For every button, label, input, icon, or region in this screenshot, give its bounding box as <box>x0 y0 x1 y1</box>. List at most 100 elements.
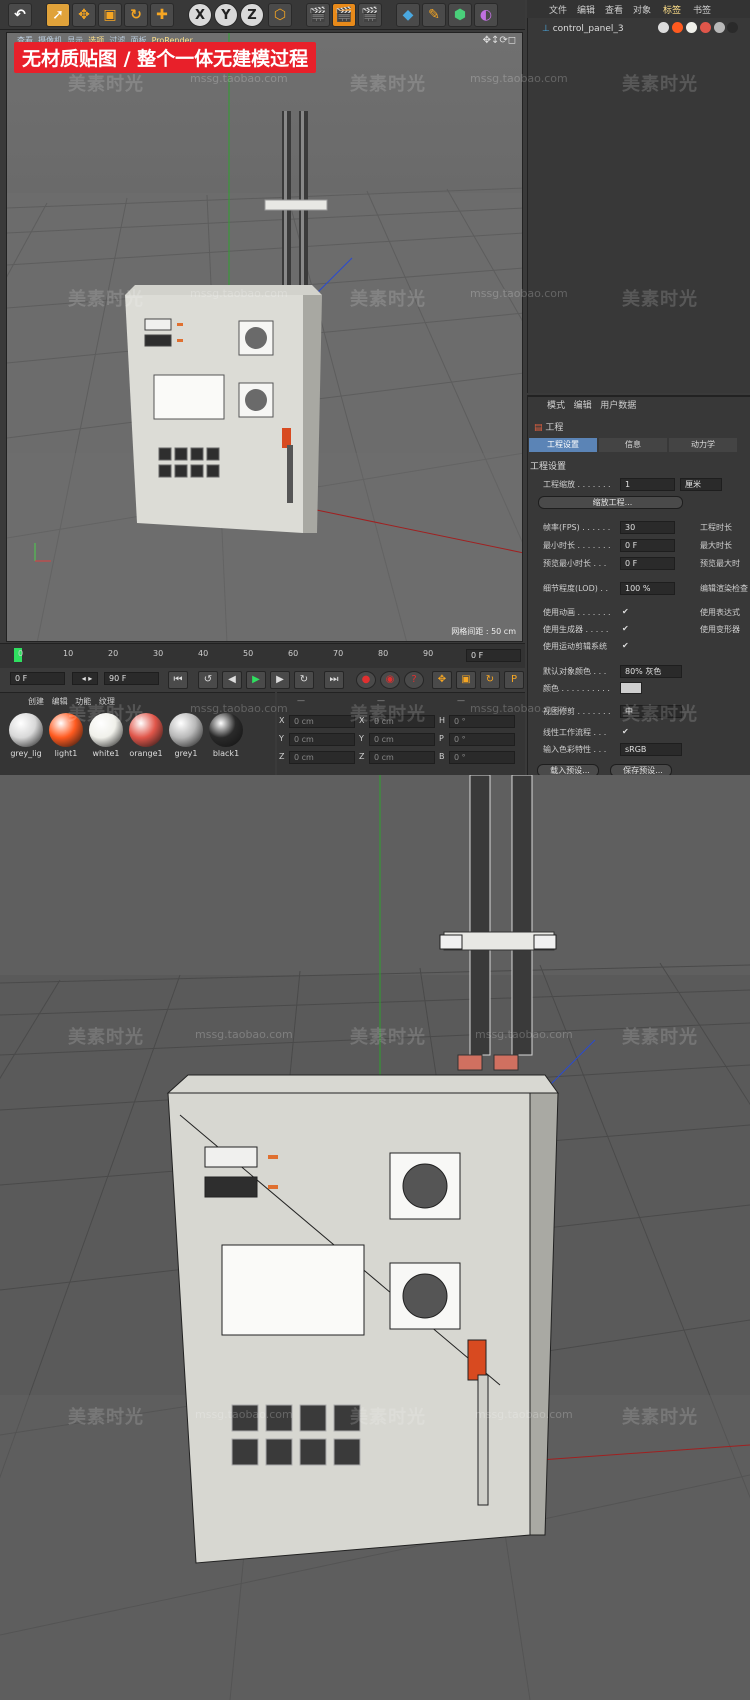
viewport-scene <box>7 33 522 641</box>
key-rotation-toggle[interactable]: ↻ <box>480 671 500 689</box>
watermark-url: mssg.taobao.com <box>470 287 568 300</box>
generator-icon[interactable]: ⬢ <box>448 3 472 27</box>
auto-key-button[interactable]: ◉ <box>380 671 400 689</box>
coord-value-field[interactable]: 0 ° <box>449 715 515 728</box>
preview-min-field[interactable]: 0 F <box>620 557 675 570</box>
end-frame-field[interactable]: 90 F <box>104 672 159 685</box>
linear-workflow-checkbox[interactable]: ✔ <box>622 727 630 736</box>
coord-value-field[interactable]: 0 cm <box>289 715 355 728</box>
input-color-select[interactable]: sRGB <box>620 743 682 756</box>
attr-section-title: ▤ 工程 <box>534 420 563 433</box>
attr-menu-mode[interactable]: 模式 <box>547 401 565 411</box>
prev-key-button[interactable]: ↺ <box>198 671 218 689</box>
rotate-tool-icon[interactable]: ↻ <box>124 3 148 27</box>
project-scale-field[interactable]: 1 <box>620 478 675 491</box>
edit-render-label: 编辑渲染检查 <box>700 584 748 593</box>
menu-tags[interactable]: 标签 <box>663 3 681 16</box>
tab-dynamics[interactable]: 动力学 <box>669 438 737 452</box>
project-scale-unit-select[interactable]: 厘米 <box>680 478 722 491</box>
coord-value-field[interactable]: 0 cm <box>289 751 355 764</box>
fps-field[interactable]: 30 <box>620 521 675 534</box>
cube-primitive-icon[interactable]: ◆ <box>396 3 420 27</box>
color-swatch[interactable] <box>620 682 642 694</box>
menu-object[interactable]: 对象 <box>633 3 651 16</box>
play-button[interactable]: ▶ <box>246 671 266 689</box>
menu-file[interactable]: 文件 <box>549 3 567 16</box>
current-frame-field[interactable]: 0 F <box>466 649 521 662</box>
watermark-brand: 美素时光 <box>68 704 144 725</box>
menu-view[interactable]: 查看 <box>605 3 623 16</box>
next-frame-button[interactable]: ▶ <box>270 671 290 689</box>
3d-viewport[interactable]: 查看 摄像机 显示 选项 过滤 面板 ProRender ✥↕⟳◻ 网格间距 :… <box>6 32 523 642</box>
record-keys-button[interactable]: ● <box>356 671 376 689</box>
use-anim-checkbox[interactable]: ✔ <box>622 607 630 616</box>
z-axis-lock-button[interactable]: Z <box>240 3 264 27</box>
select-tool-icon[interactable]: ➚ <box>46 3 70 27</box>
render-settings-icon[interactable]: 🎬 <box>358 3 382 27</box>
tab-project-settings[interactable]: 工程设置 <box>529 438 597 452</box>
watermark-url: mssg.taobao.com <box>475 1028 573 1041</box>
x-axis-lock-button[interactable]: X <box>188 3 212 27</box>
coord-value-field[interactable]: 0 cm <box>369 733 435 746</box>
scale-tool-icon[interactable]: ▣ <box>98 3 122 27</box>
use-gen-checkbox[interactable]: ✔ <box>622 624 630 633</box>
use-motion-checkbox[interactable]: ✔ <box>622 641 630 650</box>
next-key-button[interactable]: ↻ <box>294 671 314 689</box>
start-frame-field[interactable]: 0 F <box>10 672 65 685</box>
preview-min-label: 预览最小时长 . . . <box>543 559 607 568</box>
go-to-end-button[interactable]: ⏭ <box>324 671 344 689</box>
project-icon: ▤ <box>534 423 543 433</box>
undo-icon[interactable]: ↶ <box>8 3 32 27</box>
menu-edit[interactable]: 编辑 <box>577 3 595 16</box>
watermark-brand: 美素时光 <box>622 1407 698 1428</box>
key-scale-toggle[interactable]: ▣ <box>456 671 476 689</box>
menu-bookmarks[interactable]: 书签 <box>693 3 711 16</box>
timeline-tick: 20 <box>108 649 119 658</box>
material-name: light1 <box>54 749 78 758</box>
min-time-field[interactable]: 0 F <box>620 539 675 552</box>
prev-frame-button[interactable]: ◀ <box>222 671 242 689</box>
render-picture-viewer-icon[interactable]: 🎬 <box>332 3 356 27</box>
coord-value-field[interactable]: 0 ° <box>449 751 515 764</box>
coordinate-system-icon[interactable]: ⬡ <box>268 3 292 27</box>
keyframe-selection-button[interactable]: ? <box>404 671 424 689</box>
default-color-select[interactable]: 80% 灰色 <box>620 665 682 678</box>
key-param-toggle[interactable]: P <box>504 671 524 689</box>
max-time-label: 最大时长 <box>700 541 732 550</box>
scale-project-button[interactable]: 缩放工程... <box>538 496 683 509</box>
object-row-control-panel[interactable]: ⊥ control_panel_3 <box>542 24 624 34</box>
attr-section-label: 工程 <box>545 423 564 433</box>
move-tool-icon[interactable]: ✥ <box>72 3 96 27</box>
coord-value-field[interactable]: 0 ° <box>449 733 515 746</box>
watermark-brand: 美素时光 <box>622 74 698 95</box>
mat-menu-create[interactable]: 创建 <box>28 697 44 706</box>
go-to-start-button[interactable]: ⏮ <box>168 671 188 689</box>
y-axis-lock-button[interactable]: Y <box>214 3 238 27</box>
render-view-icon[interactable]: 🎬 <box>306 3 330 27</box>
timeline-tick: 60 <box>288 649 299 658</box>
attr-menu-edit[interactable]: 编辑 <box>574 401 592 411</box>
frame-step-arrows[interactable]: ◂ ▸ <box>72 672 98 685</box>
watermark-brand: 美素时光 <box>622 289 698 310</box>
watermark-brand: 美素时光 <box>68 1407 144 1428</box>
material-tags[interactable] <box>658 22 739 36</box>
material-slot[interactable]: black1 <box>207 713 245 758</box>
pen-spline-icon[interactable]: ✎ <box>422 3 446 27</box>
coord-value-field[interactable]: 0 cm <box>289 733 355 746</box>
tab-info[interactable]: 信息 <box>599 438 667 452</box>
mat-menu-edit[interactable]: 编辑 <box>52 697 68 706</box>
lod-field[interactable]: 100 % <box>620 582 675 595</box>
material-name: white1 <box>92 749 120 758</box>
material-slot[interactable]: grey_lig <box>7 713 45 758</box>
coord-value-field[interactable]: 0 cm <box>369 751 435 764</box>
viewport-nav-icons[interactable]: ✥↕⟳◻ <box>483 35 516 46</box>
wireframe-render-view: 美素时光 mssg.taobao.com 美素时光 mssg.taobao.co… <box>0 775 750 1700</box>
material-slot[interactable]: grey1 <box>167 713 205 758</box>
deformer-icon[interactable]: ◐ <box>474 3 498 27</box>
coord-axis-label: Y <box>279 734 284 743</box>
timeline-tick: 40 <box>198 649 209 658</box>
watermark-brand: 美素时光 <box>350 1407 426 1428</box>
add-tool-icon[interactable]: ✚ <box>150 3 174 27</box>
attr-menu-userdata[interactable]: 用户数据 <box>600 401 636 411</box>
key-position-toggle[interactable]: ✥ <box>432 671 452 689</box>
